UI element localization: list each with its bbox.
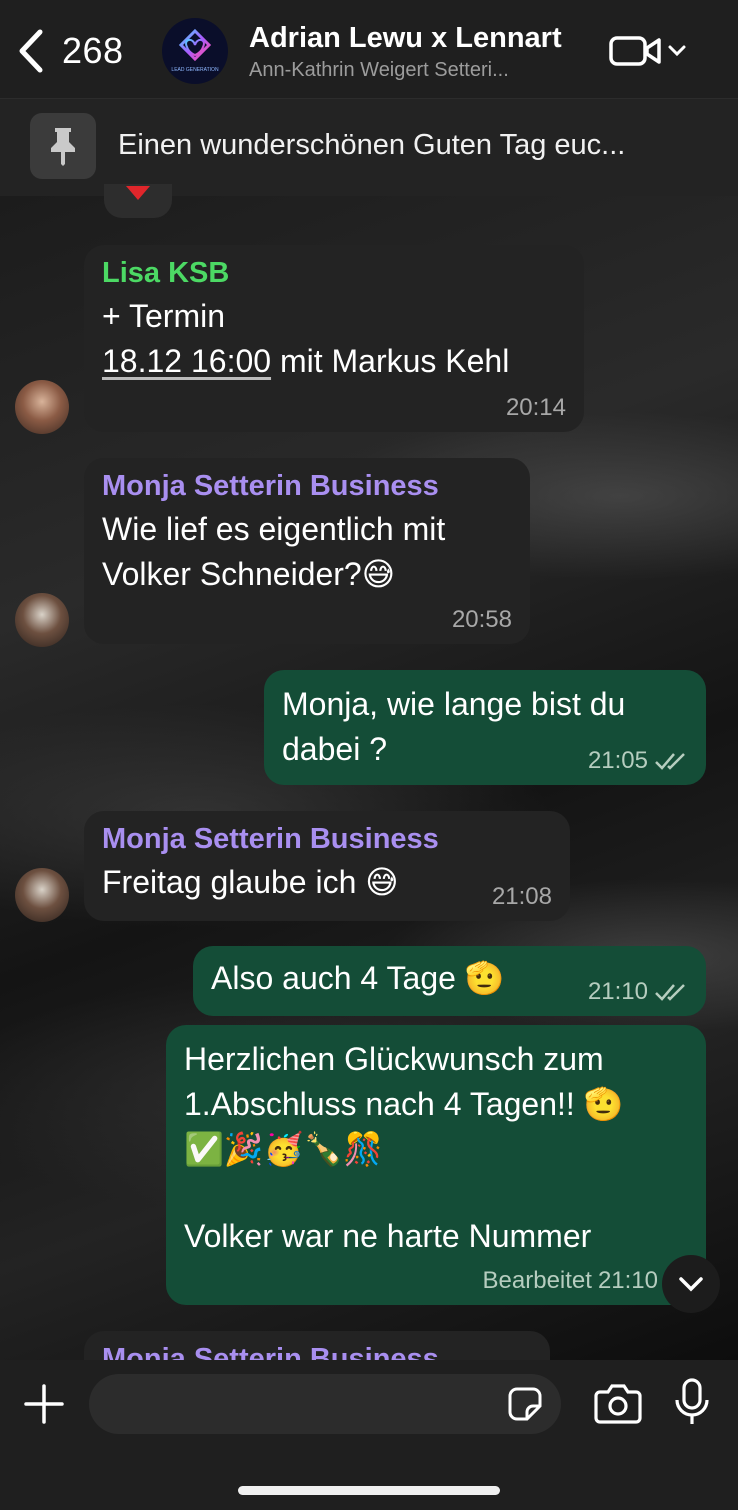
pinned-message-bar[interactable]: Einen wunderschönen Guten Tag euc... bbox=[0, 98, 738, 196]
checkmark-double-icon bbox=[655, 753, 685, 770]
message-input-bar bbox=[0, 1360, 738, 1510]
message-bubble[interactable]: Herzlichen Glückwunsch zum 1.Abschluss n… bbox=[166, 1025, 706, 1305]
group-avatar[interactable]: LEAD GENERATION bbox=[162, 18, 228, 84]
video-call-button[interactable] bbox=[609, 32, 689, 70]
chat-title[interactable]: Adrian Lewu x Lennart bbox=[249, 22, 589, 55]
chat-subtitle[interactable]: Ann-Kathrin Weigert Setteri... bbox=[249, 59, 589, 82]
message-bubble[interactable]: Monja, wie lange bist du dabei ? 21:05 bbox=[264, 670, 706, 785]
sender-name[interactable]: Lisa KSB bbox=[102, 257, 566, 290]
message-time: 21:05 bbox=[588, 747, 688, 775]
scroll-to-bottom-button[interactable] bbox=[662, 1255, 720, 1313]
message-text: Freitag glaube ich 😅 bbox=[102, 864, 399, 900]
message-bubble[interactable]: Also auch 4 Tage 🫡 21:10 bbox=[193, 946, 706, 1016]
message-time: 20:14 bbox=[505, 394, 566, 421]
heart-reaction[interactable] bbox=[104, 184, 172, 218]
chat-header: 268 LEAD GENERATION Adrian Lewu x Lennar… bbox=[0, 0, 738, 98]
home-indicator bbox=[238, 1486, 500, 1495]
message-bubble[interactable]: Lisa KSB + Termin 18.12 16:00 mit Markus… bbox=[84, 245, 584, 432]
video-call-icon bbox=[609, 36, 661, 66]
pin-icon bbox=[30, 113, 96, 179]
chevron-left-icon bbox=[19, 29, 43, 73]
message-bubble[interactable]: Monja Setterin Business Wie lief es eige… bbox=[84, 458, 530, 644]
unread-count: 268 bbox=[62, 30, 124, 71]
lead-generation-logo: LEAD GENERATION bbox=[171, 28, 219, 73]
message-bubble[interactable]: Monja Setterin Business Freitag glaube i… bbox=[84, 811, 570, 921]
avatar[interactable] bbox=[15, 593, 69, 647]
message-time: 21:08 bbox=[491, 883, 552, 910]
back-button[interactable]: 268 bbox=[14, 26, 134, 76]
edited-label: Bearbeitet bbox=[482, 1267, 592, 1294]
message-time: 21:10 bbox=[588, 978, 688, 1006]
date-link[interactable]: 18.12 16:00 bbox=[102, 343, 271, 379]
mic-icon[interactable] bbox=[672, 1378, 712, 1428]
message-bubble[interactable]: Monja Setterin Business bbox=[84, 1331, 550, 1360]
checkmark-double-icon bbox=[655, 984, 685, 1001]
avatar[interactable] bbox=[15, 380, 69, 434]
plus-icon[interactable] bbox=[22, 1382, 66, 1426]
chevron-down-icon bbox=[679, 1277, 703, 1292]
sender-name[interactable]: Monja Setterin Business bbox=[102, 823, 552, 856]
pinned-message-text: Einen wunderschönen Guten Tag euc... bbox=[118, 129, 626, 161]
message-time: 20:58 bbox=[451, 606, 512, 633]
message-time: Bearbeitet 21:10 bbox=[482, 1267, 658, 1294]
message-text: + Termin 18.12 16:00 mit Markus Kehl bbox=[102, 298, 510, 379]
camera-icon[interactable] bbox=[594, 1382, 642, 1424]
sender-name[interactable]: Monja Setterin Business bbox=[102, 1343, 532, 1360]
message-text: Herzlichen Glückwunsch zum 1.Abschluss n… bbox=[184, 1041, 624, 1254]
avatar[interactable] bbox=[15, 868, 69, 922]
message-text: Wie lief es eigentlich mit Volker Schnei… bbox=[102, 511, 446, 592]
message-input[interactable] bbox=[89, 1374, 561, 1434]
chevron-down-icon bbox=[668, 45, 686, 57]
sticker-icon[interactable] bbox=[507, 1386, 543, 1422]
svg-text:LEAD GENERATION: LEAD GENERATION bbox=[171, 67, 219, 73]
sender-name[interactable]: Monja Setterin Business bbox=[102, 470, 512, 503]
heart-icon bbox=[126, 186, 150, 200]
